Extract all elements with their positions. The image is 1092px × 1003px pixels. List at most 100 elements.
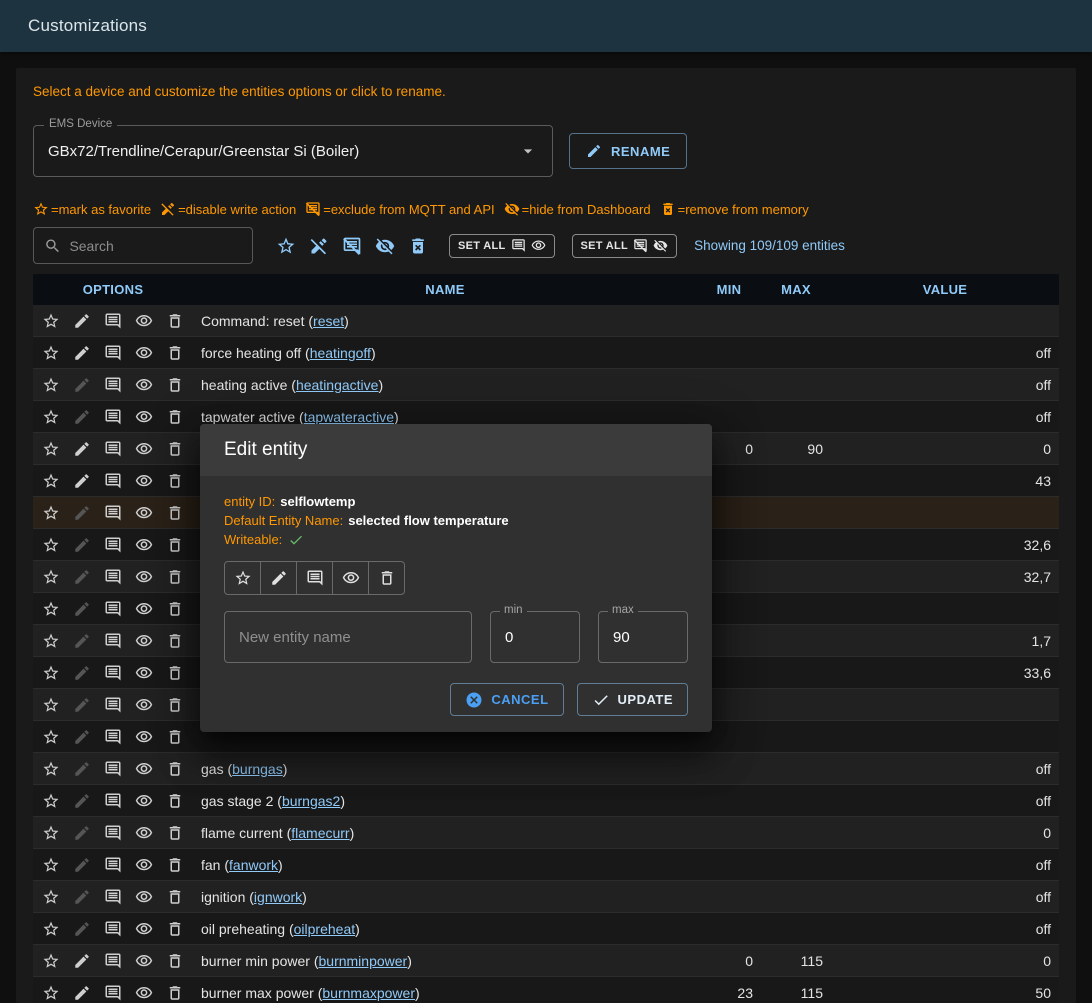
edit-pencil-icon[interactable] (73, 952, 91, 970)
delete-trash-icon[interactable] (166, 952, 184, 970)
max-input[interactable] (613, 629, 673, 646)
delete-trash-icon[interactable] (166, 536, 184, 554)
visibility-eye-icon[interactable] (135, 632, 153, 650)
visibility-eye-icon[interactable] (135, 312, 153, 330)
filter-favorite-button[interactable] (276, 236, 296, 256)
mqtt-comment-icon[interactable] (104, 920, 122, 938)
delete-trash-icon[interactable] (166, 408, 184, 426)
ems-device-select[interactable]: EMS Device GBx72/Trendline/Cerapur/Green… (33, 125, 553, 177)
edit-pencil-icon[interactable] (73, 312, 91, 330)
delete-trash-icon[interactable] (166, 696, 184, 714)
edit-pencil-icon[interactable] (73, 600, 91, 618)
entity-id-link[interactable]: ignwork (254, 889, 302, 905)
edit-pencil-icon[interactable] (73, 760, 91, 778)
entity-id-link[interactable]: fanwork (229, 857, 278, 873)
edit-pencil-icon[interactable] (73, 888, 91, 906)
edit-pencil-icon[interactable] (73, 728, 91, 746)
entity-id-link[interactable]: burngas2 (282, 793, 340, 809)
search-input[interactable] (69, 238, 242, 254)
favorite-star-icon[interactable] (42, 632, 60, 650)
delete-trash-icon[interactable] (166, 984, 184, 1002)
visibility-eye-icon[interactable] (135, 888, 153, 906)
entity-id-link[interactable]: burnminpower (319, 953, 408, 969)
delete-trash-icon[interactable] (166, 856, 184, 874)
delete-trash-icon[interactable] (166, 600, 184, 618)
delete-trash-icon[interactable] (166, 440, 184, 458)
mqtt-comment-icon[interactable] (104, 408, 122, 426)
edit-pencil-icon[interactable] (73, 856, 91, 874)
mqtt-comment-icon[interactable] (104, 312, 122, 330)
delete-trash-icon[interactable] (166, 760, 184, 778)
favorite-star-icon[interactable] (42, 408, 60, 426)
min-input[interactable] (505, 629, 565, 646)
delete-trash-icon[interactable] (166, 824, 184, 842)
filter-exclude-mqtt-button[interactable] (342, 236, 362, 256)
filter-remove-memory-button[interactable] (408, 236, 428, 256)
mqtt-comment-icon[interactable] (104, 440, 122, 458)
visibility-eye-icon[interactable] (135, 504, 153, 522)
favorite-star-icon[interactable] (42, 376, 60, 394)
mqtt-comment-icon[interactable] (104, 824, 122, 842)
entity-id-link[interactable]: flamecurr (291, 825, 349, 841)
mqtt-comment-icon[interactable] (104, 728, 122, 746)
favorite-star-icon[interactable] (42, 504, 60, 522)
favorite-star-icon[interactable] (42, 952, 60, 970)
delete-trash-icon[interactable] (166, 920, 184, 938)
edit-pencil-icon[interactable] (73, 344, 91, 362)
favorite-star-icon[interactable] (42, 824, 60, 842)
visibility-eye-icon[interactable] (135, 376, 153, 394)
favorite-star-icon[interactable] (42, 888, 60, 906)
favorite-toggle[interactable] (224, 561, 261, 595)
filter-disable-write-button[interactable] (309, 236, 329, 256)
edit-pencil-icon[interactable] (73, 920, 91, 938)
mqtt-comment-icon[interactable] (104, 952, 122, 970)
visibility-eye-icon[interactable] (135, 472, 153, 490)
entity-id-link[interactable]: tapwateractive (304, 409, 394, 425)
delete-trash-icon[interactable] (166, 472, 184, 490)
visibility-eye-icon[interactable] (135, 984, 153, 1002)
delete-trash-icon[interactable] (166, 664, 184, 682)
visibility-eye-icon[interactable] (135, 856, 153, 874)
rename-button[interactable]: RENAME (569, 133, 687, 169)
dashboard-visibility-toggle[interactable] (332, 561, 369, 595)
favorite-star-icon[interactable] (42, 664, 60, 682)
visibility-eye-icon[interactable] (135, 952, 153, 970)
entity-id-link[interactable]: heatingactive (296, 377, 379, 393)
mqtt-comment-icon[interactable] (104, 344, 122, 362)
mqtt-exclude-toggle[interactable] (296, 561, 333, 595)
mqtt-comment-icon[interactable] (104, 664, 122, 682)
favorite-star-icon[interactable] (42, 440, 60, 458)
entity-id-link[interactable]: reset (313, 313, 344, 329)
edit-pencil-icon[interactable] (73, 632, 91, 650)
delete-trash-icon[interactable] (166, 344, 184, 362)
favorite-star-icon[interactable] (42, 312, 60, 330)
edit-pencil-icon[interactable] (73, 984, 91, 1002)
visibility-eye-icon[interactable] (135, 920, 153, 938)
favorite-star-icon[interactable] (42, 792, 60, 810)
delete-trash-icon[interactable] (166, 312, 184, 330)
mqtt-comment-icon[interactable] (104, 376, 122, 394)
favorite-star-icon[interactable] (42, 472, 60, 490)
favorite-star-icon[interactable] (42, 856, 60, 874)
mqtt-comment-icon[interactable] (104, 568, 122, 586)
favorite-star-icon[interactable] (42, 984, 60, 1002)
visibility-eye-icon[interactable] (135, 408, 153, 426)
mqtt-comment-icon[interactable] (104, 472, 122, 490)
filter-hide-dashboard-button[interactable] (375, 236, 395, 256)
mqtt-comment-icon[interactable] (104, 792, 122, 810)
delete-trash-icon[interactable] (166, 376, 184, 394)
mqtt-comment-icon[interactable] (104, 504, 122, 522)
visibility-eye-icon[interactable] (135, 600, 153, 618)
visibility-eye-icon[interactable] (135, 536, 153, 554)
visibility-eye-icon[interactable] (135, 792, 153, 810)
delete-trash-icon[interactable] (166, 888, 184, 906)
visibility-eye-icon[interactable] (135, 728, 153, 746)
edit-pencil-icon[interactable] (73, 472, 91, 490)
update-button[interactable]: UPDATE (577, 683, 688, 716)
edit-pencil-icon[interactable] (73, 408, 91, 426)
edit-pencil-icon[interactable] (73, 696, 91, 714)
visibility-eye-icon[interactable] (135, 664, 153, 682)
set-all-show-button[interactable]: SET ALL (449, 234, 555, 258)
edit-pencil-icon[interactable] (73, 568, 91, 586)
delete-trash-icon[interactable] (166, 792, 184, 810)
